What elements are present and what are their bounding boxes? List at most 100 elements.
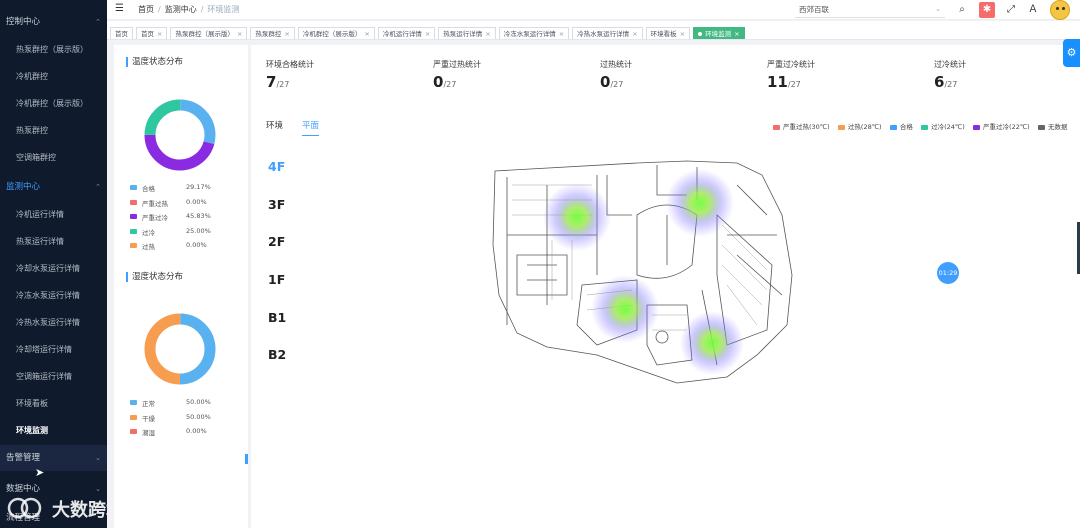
status-panel: 温度状态分布 合格 29.17% 严重过热 0.00% 严重过冷 45.83% 过冷 2… (114, 45, 248, 528)
stat-severe-overcool: 严重过冷统计 11/27 (767, 60, 815, 91)
legend-item: 过热(28℃) (837, 123, 882, 131)
tag-item[interactable]: 热泵群控 × (250, 27, 295, 39)
floor-4f[interactable]: 4F (268, 159, 285, 174)
avatar[interactable] (1050, 0, 1070, 20)
tag-item-active[interactable]: 环境监测 × (693, 27, 745, 39)
heat-spot (591, 275, 659, 343)
sidebar-item[interactable]: 热泵群控 (0, 117, 107, 144)
sidebar-item[interactable]: 冷却塔运行详情 (0, 336, 107, 363)
refresh-timer[interactable]: 01:29 (937, 262, 959, 284)
legend-item: 过冷 25.00% (130, 226, 240, 241)
stat-qualified: 环境合格统计 7/27 (266, 60, 314, 91)
sidebar-item[interactable]: 热泵运行详情 (0, 228, 107, 255)
heat-spot (543, 183, 611, 251)
floor-b1[interactable]: B1 (268, 310, 286, 325)
chevron-up-icon: ⌃ (95, 18, 101, 26)
legend-swatch (130, 429, 137, 435)
tag-item[interactable]: 冷机运行详情 × (377, 27, 436, 39)
legend-swatch (130, 243, 137, 249)
tag-item[interactable]: 环境看板 × (645, 27, 691, 39)
legend-swatch (130, 228, 137, 234)
menu-group-control[interactable]: 控制中心 ⌃ (0, 9, 107, 35)
tags-view: 首页 首页 × 热泵群控（展示版） × 热泵群控 × 冷机群控（展示版） × 冷机运行详情 × 热泵运… (107, 21, 1080, 40)
sidebar-item[interactable]: 空调箱群控 (0, 144, 107, 171)
floor-b2[interactable]: B2 (268, 347, 286, 362)
sidebar-item[interactable]: 冷机运行详情 (0, 201, 107, 228)
floor-1f[interactable]: 1F (268, 272, 285, 287)
legend-item: 过冷(24℃) (921, 123, 965, 131)
fullscreen-icon[interactable]: ⤢ (1003, 2, 1019, 18)
menu-group-label: 告警管理 (6, 453, 41, 463)
tag-item[interactable]: 冷热水泵运行详情 × (572, 27, 643, 39)
sidebar-item-active[interactable]: 环境监测 (0, 417, 107, 444)
stat-severe-overheat: 严重过热统计 0/27 (433, 60, 481, 91)
heat-spot (666, 169, 734, 237)
breadcrumb-item[interactable]: 首页 (138, 5, 154, 14)
watermark-logo: 大数跨境 (4, 492, 107, 528)
sidebar-item[interactable]: 冷机群控 (0, 63, 107, 90)
chevron-up-icon: ⌃ (95, 183, 101, 191)
stat-overheat: 过热统计 0/27 (600, 60, 632, 91)
tab-environment[interactable]: 环境 (266, 119, 283, 135)
legend-item: 无数据 (1037, 123, 1067, 131)
search-icon[interactable]: ⌕ (954, 2, 970, 18)
sidebar-item[interactable]: 冷机群控（展示版） (0, 90, 107, 117)
tag-item[interactable]: 首页 (110, 27, 133, 39)
menu-toggle-icon[interactable]: ☰ (115, 3, 124, 14)
sidebar: 控制中心 ⌃ 热泵群控（展示版） 冷机群控 冷机群控（展示版） 热泵群控 空调箱… (0, 0, 107, 528)
bug-icon[interactable]: ✱ (979, 2, 995, 18)
legend-item: 严重过热(30℃) (773, 123, 830, 131)
menu-group-monitor[interactable]: 监测中心 ⌃ (0, 174, 107, 200)
legend-item: 严重过冷(22℃) (973, 123, 1030, 131)
top-header: ☰ 首页 / 监测中心 / 环境监测 西郊百联 ⌄ ⌕ ✱ ⤢ Ａ (107, 0, 1080, 20)
sidebar-item[interactable]: 冷却水泵运行详情 (0, 255, 107, 282)
legend-item: 严重过热 0.00% (130, 197, 240, 212)
sidebar-item[interactable]: 冷冻水泵运行详情 (0, 282, 107, 309)
chevron-down-icon: ⌄ (95, 454, 101, 462)
legend-item: 严重过冷 45.83% (130, 211, 240, 226)
panel-scrollbar[interactable] (245, 454, 248, 464)
legend-swatch (130, 214, 137, 220)
temperature-donut-chart (144, 99, 216, 171)
legend-item: 正常 50.00% (130, 397, 240, 412)
floor-2f[interactable]: 2F (268, 234, 285, 249)
legend-item: 干燥 50.00% (130, 412, 240, 427)
tag-item[interactable]: 冷冻水泵运行详情 × (498, 27, 570, 39)
menu-group-label: 控制中心 (6, 17, 41, 27)
temperature-title: 温度状态分布 (126, 57, 183, 67)
breadcrumb: 首页 / 监测中心 / 环境监测 (138, 5, 240, 14)
legend-swatch (130, 400, 137, 405)
tab-plan[interactable]: 平面 (302, 119, 320, 136)
svg-text:大数跨境: 大数跨境 (52, 499, 107, 521)
map-legend: 严重过热(30℃) 过热(28℃) 合格 过冷(24℃) 严重过冷(22℃) 无… (773, 121, 1067, 131)
humidity-donut-chart (144, 313, 216, 385)
floor-3f[interactable]: 3F (268, 197, 285, 212)
tag-item[interactable]: 热泵运行详情 × (438, 27, 496, 39)
org-select[interactable]: 西郊百联 ⌄ (795, 3, 945, 18)
floor-outline (492, 160, 793, 384)
humidity-legend: 正常 50.00% 干燥 50.00% 潮湿 0.00% (130, 397, 240, 441)
sidebar-item[interactable]: 冷热水泵运行详情 (0, 309, 107, 336)
breadcrumb-current: 环境监测 (207, 5, 240, 14)
breadcrumb-item[interactable]: 监测中心 (165, 5, 197, 14)
language-icon[interactable]: Ａ (1025, 2, 1041, 18)
tag-item[interactable]: 首页 × (136, 27, 168, 39)
tag-item[interactable]: 热泵群控（展示版） × (170, 27, 248, 39)
sidebar-item[interactable]: 环境看板 (0, 390, 107, 417)
mouse-cursor-icon: ➤ (35, 466, 45, 479)
chevron-down-icon: ⌄ (935, 5, 941, 13)
temperature-legend: 合格 29.17% 严重过热 0.00% 严重过冷 45.83% 过冷 25.00% 过… (130, 182, 240, 255)
settings-gear-icon[interactable]: ⚙ (1063, 39, 1080, 67)
legend-swatch (130, 199, 137, 205)
org-select-value: 西郊百联 (799, 5, 829, 14)
legend-item: 过热 0.00% (130, 240, 240, 255)
main-content: 环境合格统计 7/27 严重过热统计 0/27 过热统计 0/27 严重过冷统计… (251, 45, 1080, 528)
tag-item[interactable]: 冷机群控（展示版） × (297, 27, 375, 39)
menu-group-alarm[interactable]: 告警管理 ⌄ (0, 445, 107, 471)
floor-plan-map[interactable] (487, 155, 795, 387)
heat-spot (680, 311, 744, 375)
humidity-title: 湿度状态分布 (126, 272, 183, 282)
sidebar-item[interactable]: 空调箱运行详情 (0, 363, 107, 390)
sidebar-item[interactable]: 热泵群控（展示版） (0, 36, 107, 63)
stat-overcool: 过冷统计 6/27 (934, 60, 966, 91)
